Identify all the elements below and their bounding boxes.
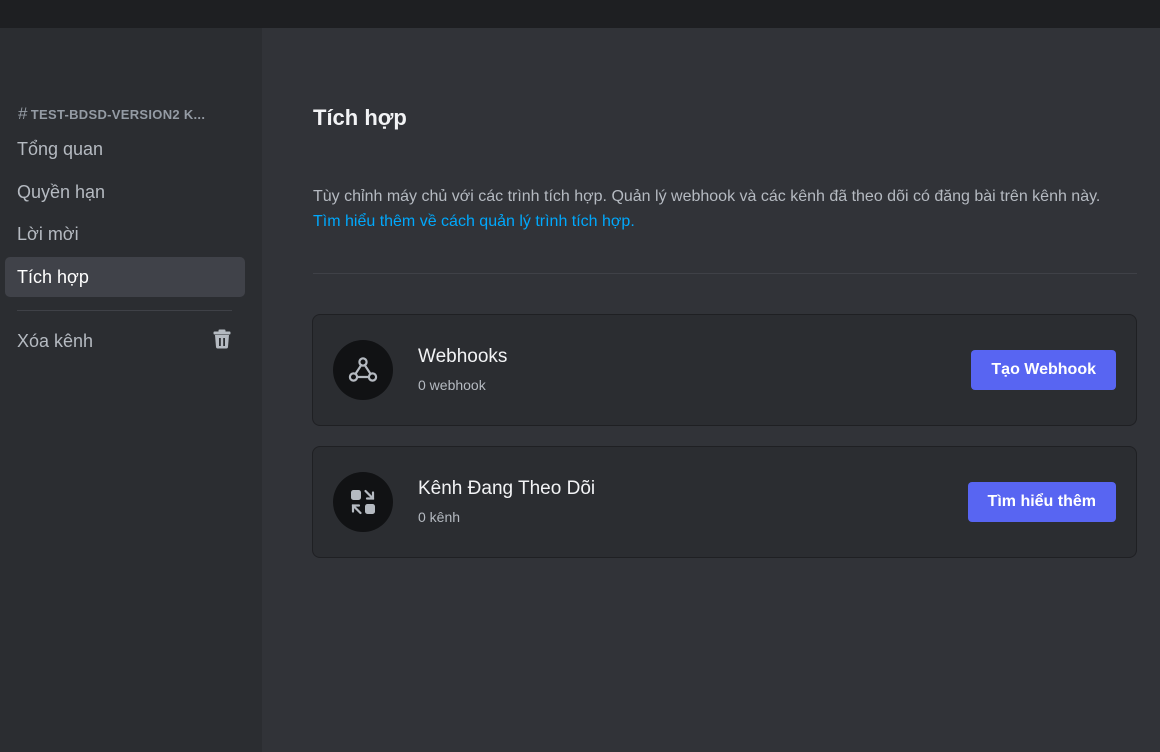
sidebar-item-integrations[interactable]: Tích hợp [5,257,245,297]
learn-more-link[interactable]: Tìm hiểu thêm về cách quản lý trình tích… [313,209,1143,234]
section-divider [313,273,1137,274]
sidebar-item-label: Tích hợp [17,266,89,287]
hash-icon: # [18,104,28,123]
title-bar [0,0,1160,28]
sidebar-item-label: Lời mời [17,223,79,244]
learn-more-button[interactable]: Tìm hiểu thêm [967,482,1116,522]
card-title: Webhooks [418,346,508,367]
followed-channels-card[interactable]: Kênh Đang Theo Dõi 0 kênh Tìm hiểu thêm [312,446,1137,558]
channel-header: # TEST-BDSD-VERSION2 K... [18,104,233,124]
sidebar-item-overview[interactable]: Tổng quan [5,129,245,169]
delete-channel-button[interactable]: Xóa kênh [5,321,245,361]
sidebar-item-permissions[interactable]: Quyền hạn [5,172,245,212]
delete-channel-label: Xóa kênh [17,330,94,351]
page-description: Tùy chỉnh máy chủ với các trình tích hợp… [313,184,1143,234]
webhooks-card[interactable]: Webhooks 0 webhook Tạo Webhook [312,314,1137,426]
trash-icon [213,329,231,354]
sidebar-item-label: Quyền hạn [17,181,106,202]
sidebar-divider [17,310,232,311]
description-text: Tùy chỉnh máy chủ với các trình tích hợp… [313,188,1101,205]
card-title: Kênh Đang Theo Dõi [418,478,596,499]
settings-sidebar: # TEST-BDSD-VERSION2 K... Tổng quan Quyề… [0,28,262,752]
sidebar-item-invites[interactable]: Lời mời [5,214,245,254]
create-webhook-button[interactable]: Tạo Webhook [971,350,1116,390]
sidebar-item-label: Tổng quan [17,138,104,159]
card-count: 0 webhook [418,377,486,393]
webhook-icon [333,340,393,400]
card-count: 0 kênh [418,509,461,525]
page-title: Tích hợp [313,105,407,130]
main-content: Tích hợp Tùy chỉnh máy chủ với các trình… [262,28,1160,752]
channel-name: TEST-BDSD-VERSION2 K... [30,106,206,122]
followed-channels-icon [333,472,393,532]
